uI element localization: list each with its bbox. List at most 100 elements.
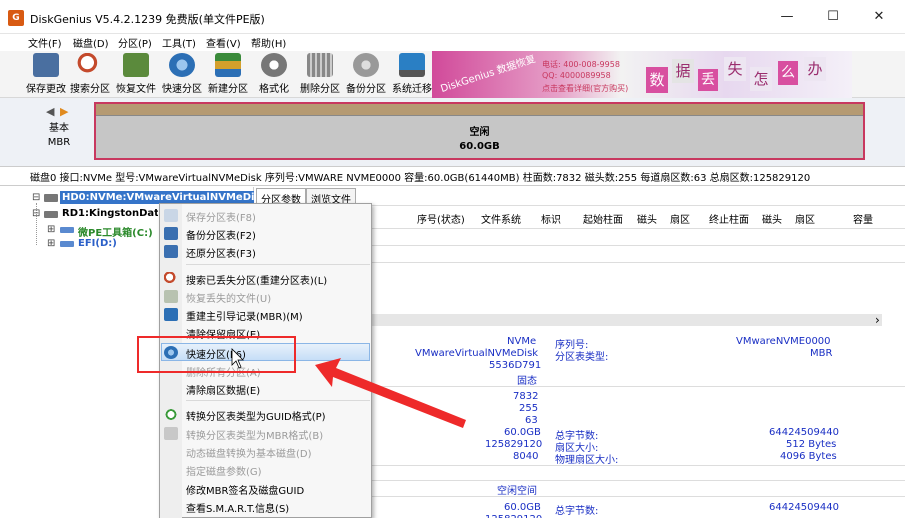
partition-icon [60, 241, 74, 247]
banner-text: DiskGenius 数据恢复 [439, 53, 538, 95]
banner-char: 丢 [698, 69, 718, 91]
format-icon [261, 53, 287, 77]
menu-rebuild-mbr[interactable]: 重建主引导记录(MBR)(M) [186, 308, 303, 323]
col-head[interactable]: 磁头 [762, 211, 782, 226]
scroll-right-icon[interactable]: › [875, 313, 880, 327]
partition-size: 60.0GB [459, 141, 500, 152]
quick-partition-button[interactable]: 快速分区 [160, 53, 204, 95]
tree-item-efi[interactable]: EFI(D:) [78, 238, 117, 249]
label-free-bytes: 总字节数: [555, 506, 599, 517]
toolbar-label: 恢复文件 [116, 84, 156, 95]
tree-item-wepe[interactable]: 微PE工具箱(C:) [78, 224, 153, 239]
toolbar-label: 搜索分区 [70, 84, 110, 95]
recover-files-icon [164, 290, 178, 303]
expand-icon[interactable]: ⊞ [47, 224, 55, 235]
col-head[interactable]: 磁头 [637, 211, 657, 226]
menu-partition[interactable]: 分区(P) [118, 35, 152, 50]
disk-type: 基本 [49, 123, 69, 134]
restore-table-icon [164, 245, 178, 258]
banner-qq: QQ: 4000089958 [542, 71, 611, 80]
menu-set-disk-params[interactable]: 指定磁盘参数(G) [186, 463, 262, 478]
backup-partition-button[interactable]: 备份分区 [344, 53, 388, 95]
value-ptable: MBR [810, 348, 833, 359]
menu-backup-partition-table[interactable]: 备份分区表(F2) [186, 227, 256, 242]
recover-icon [123, 53, 149, 77]
menu-save-partition-table[interactable]: 保存分区表(F8) [186, 209, 256, 224]
detail-media-type: 固态 [517, 376, 537, 387]
search-partition-button[interactable]: 搜索分区 [68, 53, 112, 95]
value-sector-size: 512 Bytes [786, 439, 837, 450]
toolbar-label: 系统迁移 [392, 84, 432, 95]
convert-mbr-icon [164, 427, 178, 440]
menu-convert-guid[interactable]: 转换分区表类型为GUID格式(P) [186, 408, 326, 423]
banner-char: 么 [778, 61, 798, 85]
menu-view[interactable]: 查看(V) [206, 35, 241, 50]
window-title: DiskGenius V5.4.2.1239 免费版(单文件PE版) [30, 13, 265, 26]
recover-files-button[interactable]: 恢复文件 [114, 53, 158, 95]
minimize-button[interactable]: — [764, 0, 810, 34]
menu-file[interactable]: 文件(F) [28, 35, 62, 50]
divider [372, 480, 905, 481]
menu-tools[interactable]: 工具(T) [162, 35, 196, 50]
menu-dynamic-to-basic[interactable]: 动态磁盘转换为基本磁盘(D) [186, 445, 312, 460]
format-button[interactable]: 格式化 [252, 53, 296, 95]
disk-type-label: 基本 MBR [40, 122, 78, 150]
banner-char: 办 [804, 57, 826, 81]
delete-partition-button[interactable]: 删除分区 [298, 53, 342, 95]
detail-heads: 255 [519, 403, 539, 414]
backup-table-icon [164, 227, 178, 240]
col-sector[interactable]: 扇区 [670, 211, 690, 226]
maximize-button[interactable]: ☐ [810, 0, 856, 34]
menu-search-lost-partitions[interactable]: 搜索已丢失分区(重建分区表)(L) [186, 272, 327, 287]
col-capacity[interactable]: 容量 [853, 211, 873, 226]
col-start-cyl[interactable]: 起始柱面 [583, 211, 623, 226]
expand-icon[interactable]: ⊞ [47, 238, 55, 249]
menu-recover-lost-files[interactable]: 恢复丢失的文件(U) [186, 290, 271, 305]
col-filesystem[interactable]: 文件系统 [481, 211, 521, 226]
collapse-icon[interactable]: ⊟ [32, 208, 40, 219]
col-id[interactable]: 标识 [541, 211, 561, 226]
save-changes-button[interactable]: 保存更改 [24, 53, 68, 95]
convert-icon [164, 408, 178, 421]
col-index[interactable]: 序号(状态) [417, 211, 465, 226]
menu-clear-sector-data[interactable]: 清除扇区数据(E) [186, 382, 260, 397]
menu-view-smart[interactable]: 查看S.M.A.R.T.信息(S) [186, 500, 289, 515]
new-partition-button[interactable]: 新建分区 [206, 53, 250, 95]
highlight-box [137, 336, 296, 373]
menu-separator [186, 264, 370, 265]
label-ptable: 分区表类型: [555, 352, 609, 363]
value-phys-sector: 4096 Bytes [780, 451, 837, 462]
detail-total-sectors: 125829120 [485, 439, 543, 450]
menu-separator [186, 400, 370, 401]
detail-free-sectors: 125829120 [485, 514, 542, 518]
ad-banner[interactable]: DiskGenius 数据恢复 电话: 400-008-9958 QQ: 400… [432, 51, 852, 98]
horizontal-scrollbar[interactable] [372, 314, 882, 326]
nav-left-icon[interactable]: ◀ [46, 105, 54, 118]
menu-restore-partition-table[interactable]: 还原分区表(F3) [186, 245, 256, 260]
save-icon [33, 53, 59, 77]
menu-modify-mbr-signature[interactable]: 修改MBR签名及磁盘GUID [186, 482, 304, 497]
nav-right-icon[interactable]: ▶ [60, 105, 68, 118]
disk-style: MBR [47, 137, 71, 148]
banner-char: 数 [646, 67, 668, 93]
tree-item-rd1[interactable]: RD1:KingstonData [62, 208, 158, 219]
detail-cylinders: 7832 [513, 391, 539, 402]
disk-info-text: 磁盘0 接口:NVMe 型号:VMwareVirtualNVMeDisk 序列号… [30, 173, 811, 184]
divider [372, 386, 905, 387]
banner-phone: 电话: 400-008-9958 [542, 60, 620, 69]
menu-disk[interactable]: 磁盘(D) [73, 35, 109, 50]
menu-help[interactable]: 帮助(H) [251, 35, 286, 50]
system-migrate-button[interactable]: 系统迁移 [390, 53, 434, 95]
toolbar-label: 保存更改 [26, 84, 66, 95]
value-free-bytes: 64424509440 [769, 502, 839, 513]
toolbar-label: 新建分区 [208, 84, 248, 95]
detail-free-space: 空闲空间 [497, 486, 537, 497]
collapse-icon[interactable]: ⊟ [32, 192, 40, 203]
detail-free-size: 60.0GB [504, 502, 541, 513]
rebuild-mbr-icon [164, 308, 178, 321]
menu-convert-mbr[interactable]: 转换分区表类型为MBR格式(B) [186, 427, 323, 442]
close-button[interactable]: ✕ [856, 0, 902, 34]
col-sector[interactable]: 扇区 [795, 211, 815, 226]
col-end-cyl[interactable]: 终止柱面 [709, 211, 749, 226]
banner-char: 据 [672, 59, 694, 83]
